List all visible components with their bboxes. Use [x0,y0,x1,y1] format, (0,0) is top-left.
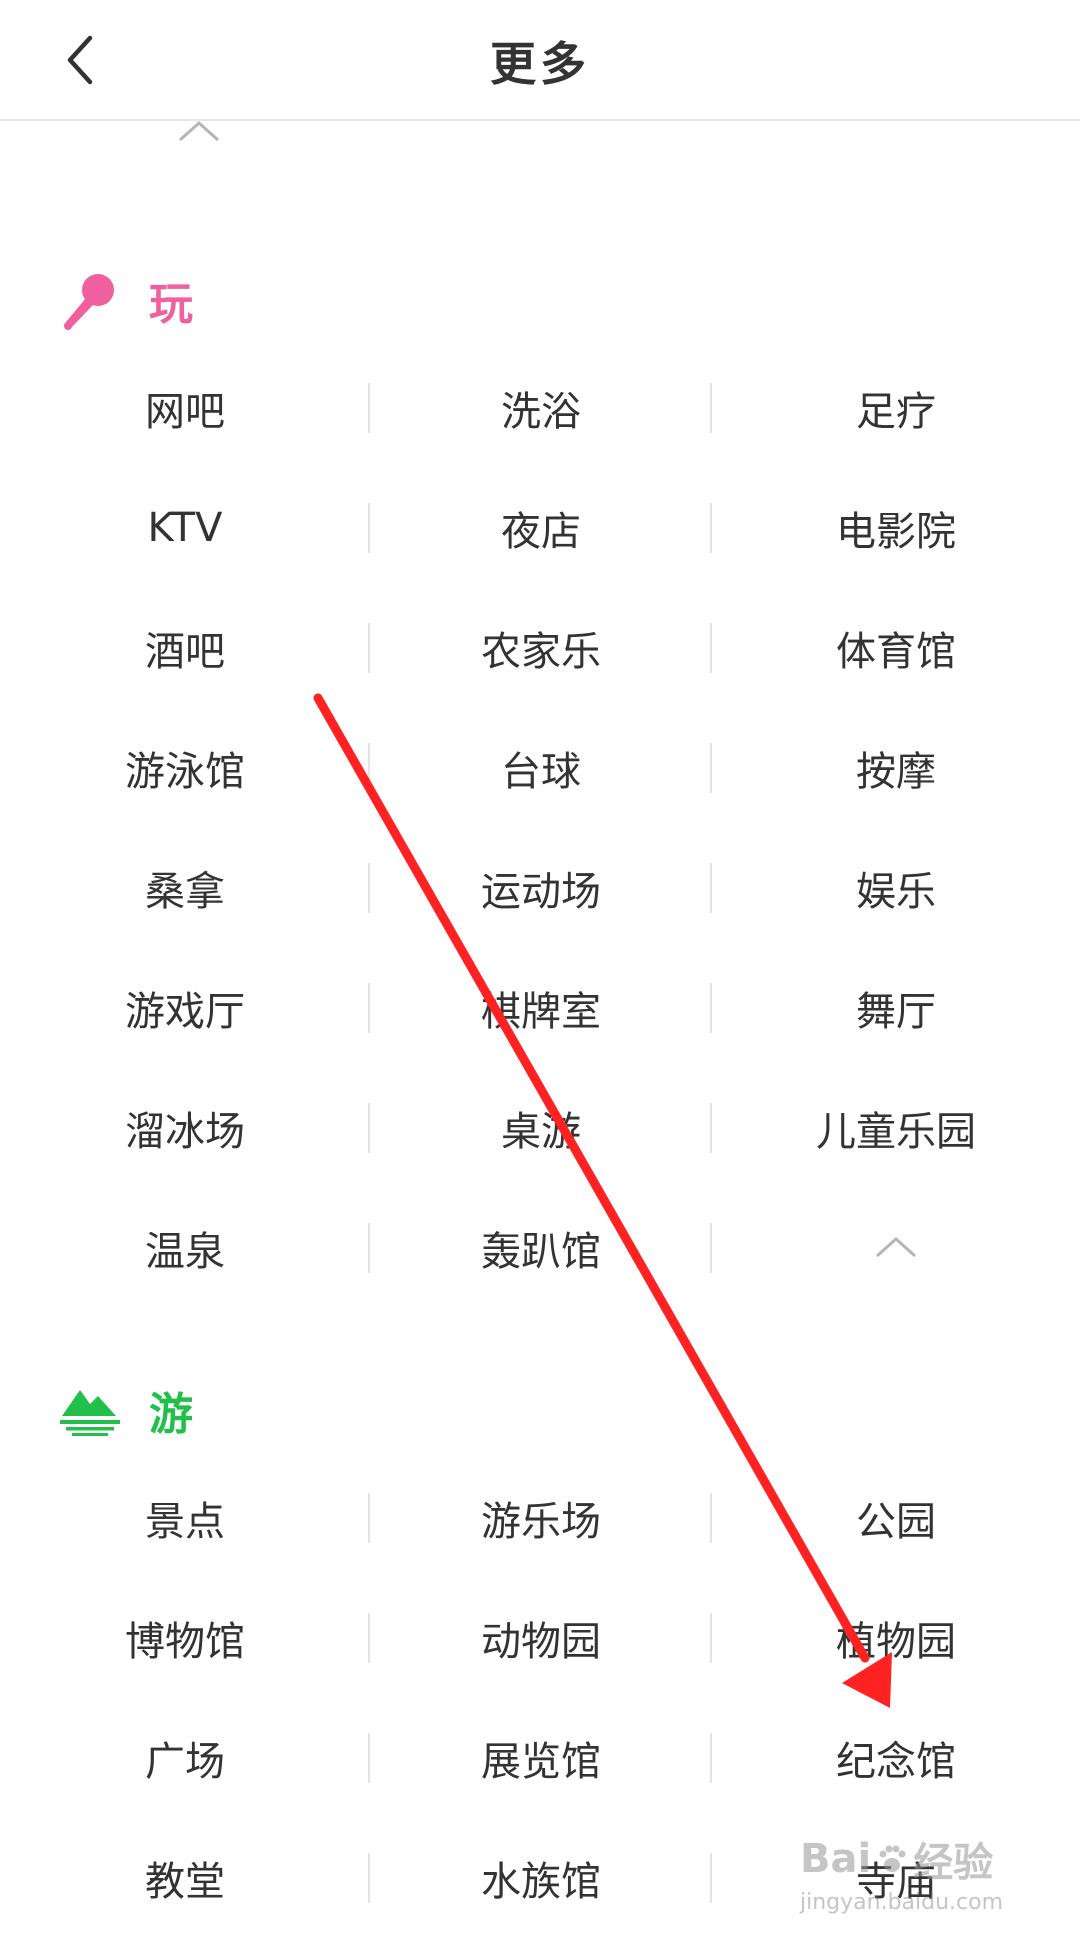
category-item[interactable]: 运动场 [370,828,712,948]
category-item[interactable]: 教堂 [0,1818,370,1938]
grid-row: 博物馆 动物园 植物园 [0,1578,1080,1698]
category-item[interactable]: 体育馆 [712,588,1080,708]
category-item[interactable]: 桌游 [370,1068,712,1188]
category-item[interactable]: 轰趴馆 [370,1188,712,1308]
category-item[interactable]: 按摩 [712,708,1080,828]
chevron-up-icon [875,1236,917,1258]
chevron-up-icon [178,120,220,142]
top-bar: 更多 [0,0,1080,121]
collapse-caret-top[interactable] [176,118,222,150]
category-item[interactable]: 游乐场 [370,1458,712,1578]
section-title-play: 玩 [149,279,193,330]
category-item[interactable]: 桑拿 [0,828,370,948]
watermark-url: jingyan.baidu.com [800,1890,1004,1915]
category-item[interactable]: 公园 [712,1458,1080,1578]
category-item[interactable]: 夜店 [370,468,712,588]
category-item[interactable]: 广场 [0,1698,370,1818]
category-item[interactable]: 展览馆 [370,1698,712,1818]
category-item[interactable]: 棋牌室 [370,948,712,1068]
category-item[interactable]: 游泳馆 [0,708,370,828]
grid-row: 景点 游乐场 公园 [0,1458,1080,1578]
grid-row: 广场 展览馆 纪念馆 [0,1698,1080,1818]
category-item[interactable]: 舞厅 [712,948,1080,1068]
section-header-play: 玩 [55,260,193,340]
section-header-travel: 游 [55,1370,193,1450]
grid-row: 溜冰场 桌游 儿童乐园 [0,1068,1080,1188]
category-item[interactable]: 电影院 [712,468,1080,588]
category-item[interactable]: 溜冰场 [0,1068,370,1188]
microphone-icon [55,265,125,335]
category-item[interactable]: 网吧 [0,348,370,468]
category-item[interactable]: 水族馆 [370,1818,712,1938]
page-title: 更多 [490,37,590,91]
grid-row: 桑拿 运动场 娱乐 [0,828,1080,948]
category-item[interactable]: 博物馆 [0,1578,370,1698]
grid-row: 酒吧 农家乐 体育馆 [0,588,1080,708]
category-item[interactable]: 足疗 [712,348,1080,468]
category-item[interactable]: 景点 [0,1458,370,1578]
collapse-button[interactable] [712,1188,1080,1308]
category-item[interactable]: 纪念馆 [712,1698,1080,1818]
category-item[interactable]: 农家乐 [370,588,712,708]
grid-row: KTV 夜店 电影院 [0,468,1080,588]
mountain-icon [55,1375,125,1445]
category-item[interactable]: 酒吧 [0,588,370,708]
section-title-travel: 游 [149,1389,193,1440]
category-item[interactable]: 动物园 [370,1578,712,1698]
category-item[interactable]: 娱乐 [712,828,1080,948]
watermark-name: 经验 [913,1840,994,1886]
category-item[interactable]: 儿童乐园 [712,1068,1080,1188]
watermark: Bai 经验 jingyan.baidu.com [800,1830,1003,1915]
grid-row: 温泉 轰趴馆 [0,1188,1080,1308]
grid-row: 游泳馆 台球 按摩 [0,708,1080,828]
watermark-brand: Bai [800,1836,872,1882]
category-item[interactable]: 温泉 [0,1188,370,1308]
grid-row: 网吧 洗浴 足疗 [0,348,1080,468]
category-item[interactable]: 洗浴 [370,348,712,468]
paw-icon [879,1845,906,1872]
category-item[interactable]: 台球 [370,708,712,828]
category-item[interactable]: 游戏厅 [0,948,370,1068]
play-grid: 网吧 洗浴 足疗 KTV 夜店 电影院 酒吧 农家乐 体育馆 游泳馆 台球 按摩… [0,348,1080,1308]
category-item[interactable]: KTV [0,468,370,588]
category-item[interactable]: 植物园 [712,1578,1080,1698]
grid-row: 游戏厅 棋牌室 舞厅 [0,948,1080,1068]
